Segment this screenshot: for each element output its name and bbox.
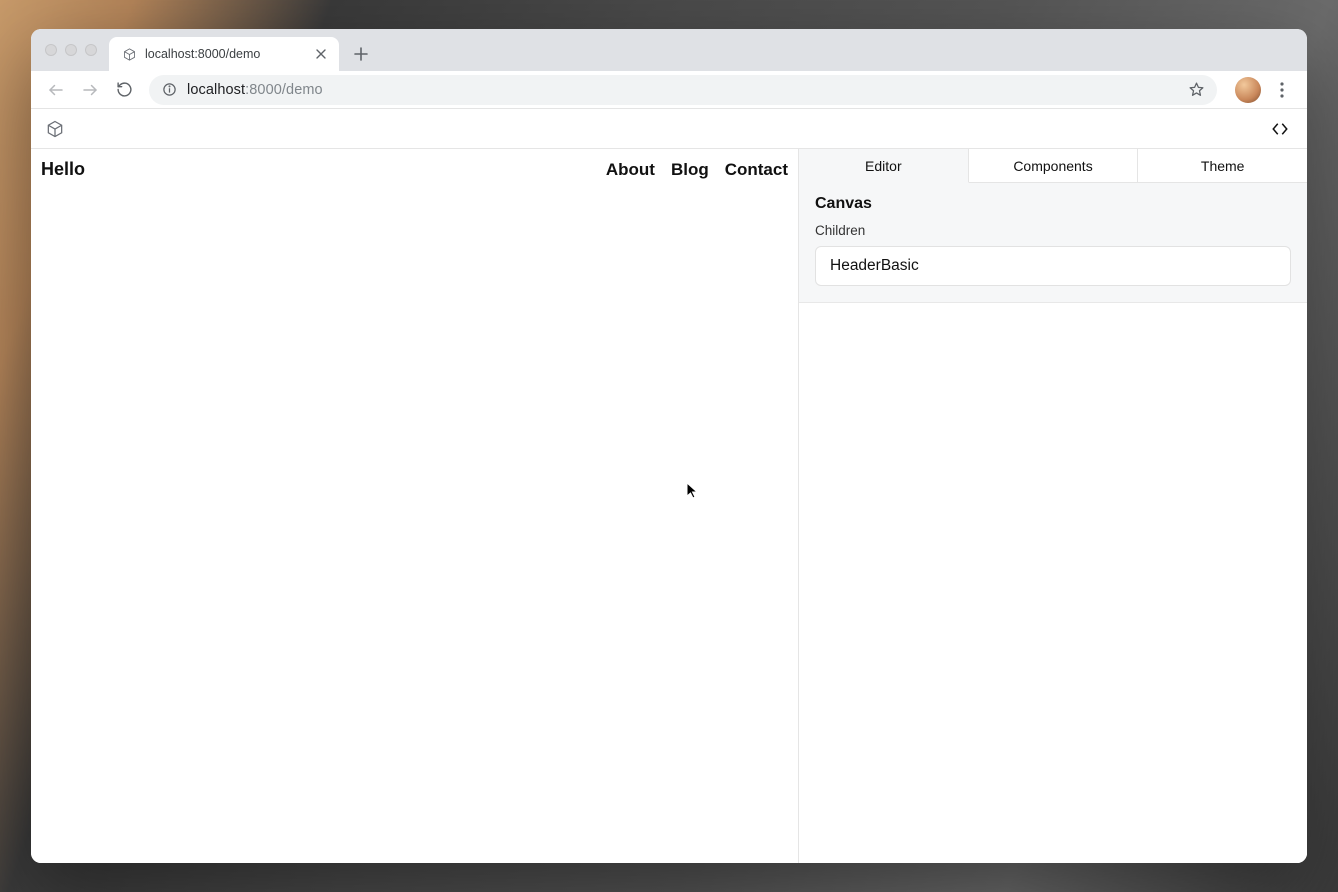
reload-button[interactable] <box>109 75 139 105</box>
profile-avatar[interactable] <box>1235 77 1261 103</box>
browser-window: localhost:8000/demo localhost:8000/demo <box>31 29 1307 863</box>
preview-brand: Hello <box>39 159 85 180</box>
browser-menu-button[interactable] <box>1267 75 1297 105</box>
favicon-icon <box>121 46 137 62</box>
back-button[interactable] <box>41 75 71 105</box>
children-label: Children <box>815 223 1291 246</box>
main-split: Hello About Blog Contact Editor Componen… <box>31 149 1307 863</box>
window-minimize-icon[interactable] <box>65 44 77 56</box>
tab-editor[interactable]: Editor <box>799 149 969 183</box>
site-info-icon[interactable] <box>161 82 177 98</box>
preview-nav: About Blog Contact <box>606 160 788 180</box>
url-path: :8000/demo <box>245 82 323 98</box>
nav-link-contact[interactable]: Contact <box>725 160 788 180</box>
browser-toolbar: localhost:8000/demo <box>31 71 1307 109</box>
panel-tabs: Editor Components Theme <box>799 149 1307 183</box>
new-tab-button[interactable] <box>347 40 375 68</box>
tab-close-button[interactable] <box>313 46 329 62</box>
address-bar[interactable]: localhost:8000/demo <box>149 75 1217 105</box>
tab-strip: localhost:8000/demo <box>31 29 1307 71</box>
bookmark-button[interactable] <box>1187 81 1205 99</box>
url-text: localhost:8000/demo <box>187 82 323 98</box>
window-controls <box>41 29 103 71</box>
forward-button[interactable] <box>75 75 105 105</box>
panel-section-canvas: Canvas Children HeaderBasic <box>799 183 1307 303</box>
canvas-pane[interactable]: Hello About Blog Contact <box>31 149 799 863</box>
tab-components[interactable]: Components <box>969 149 1139 182</box>
browser-tab[interactable]: localhost:8000/demo <box>109 37 339 71</box>
app-logo-icon[interactable] <box>45 119 65 139</box>
nav-link-about[interactable]: About <box>606 160 655 180</box>
section-title: Canvas <box>815 191 1291 223</box>
window-close-icon[interactable] <box>45 44 57 56</box>
side-panel: Editor Components Theme Canvas Children … <box>799 149 1307 863</box>
nav-link-blog[interactable]: Blog <box>671 160 709 180</box>
code-toggle-button[interactable] <box>1267 116 1293 142</box>
url-host: localhost <box>187 82 245 98</box>
window-maximize-icon[interactable] <box>85 44 97 56</box>
child-item-headerbasic[interactable]: HeaderBasic <box>815 246 1291 286</box>
app-bar <box>31 109 1307 149</box>
tab-theme[interactable]: Theme <box>1138 149 1307 182</box>
preview-header: Hello About Blog Contact <box>31 149 798 180</box>
tab-title: localhost:8000/demo <box>145 47 305 61</box>
